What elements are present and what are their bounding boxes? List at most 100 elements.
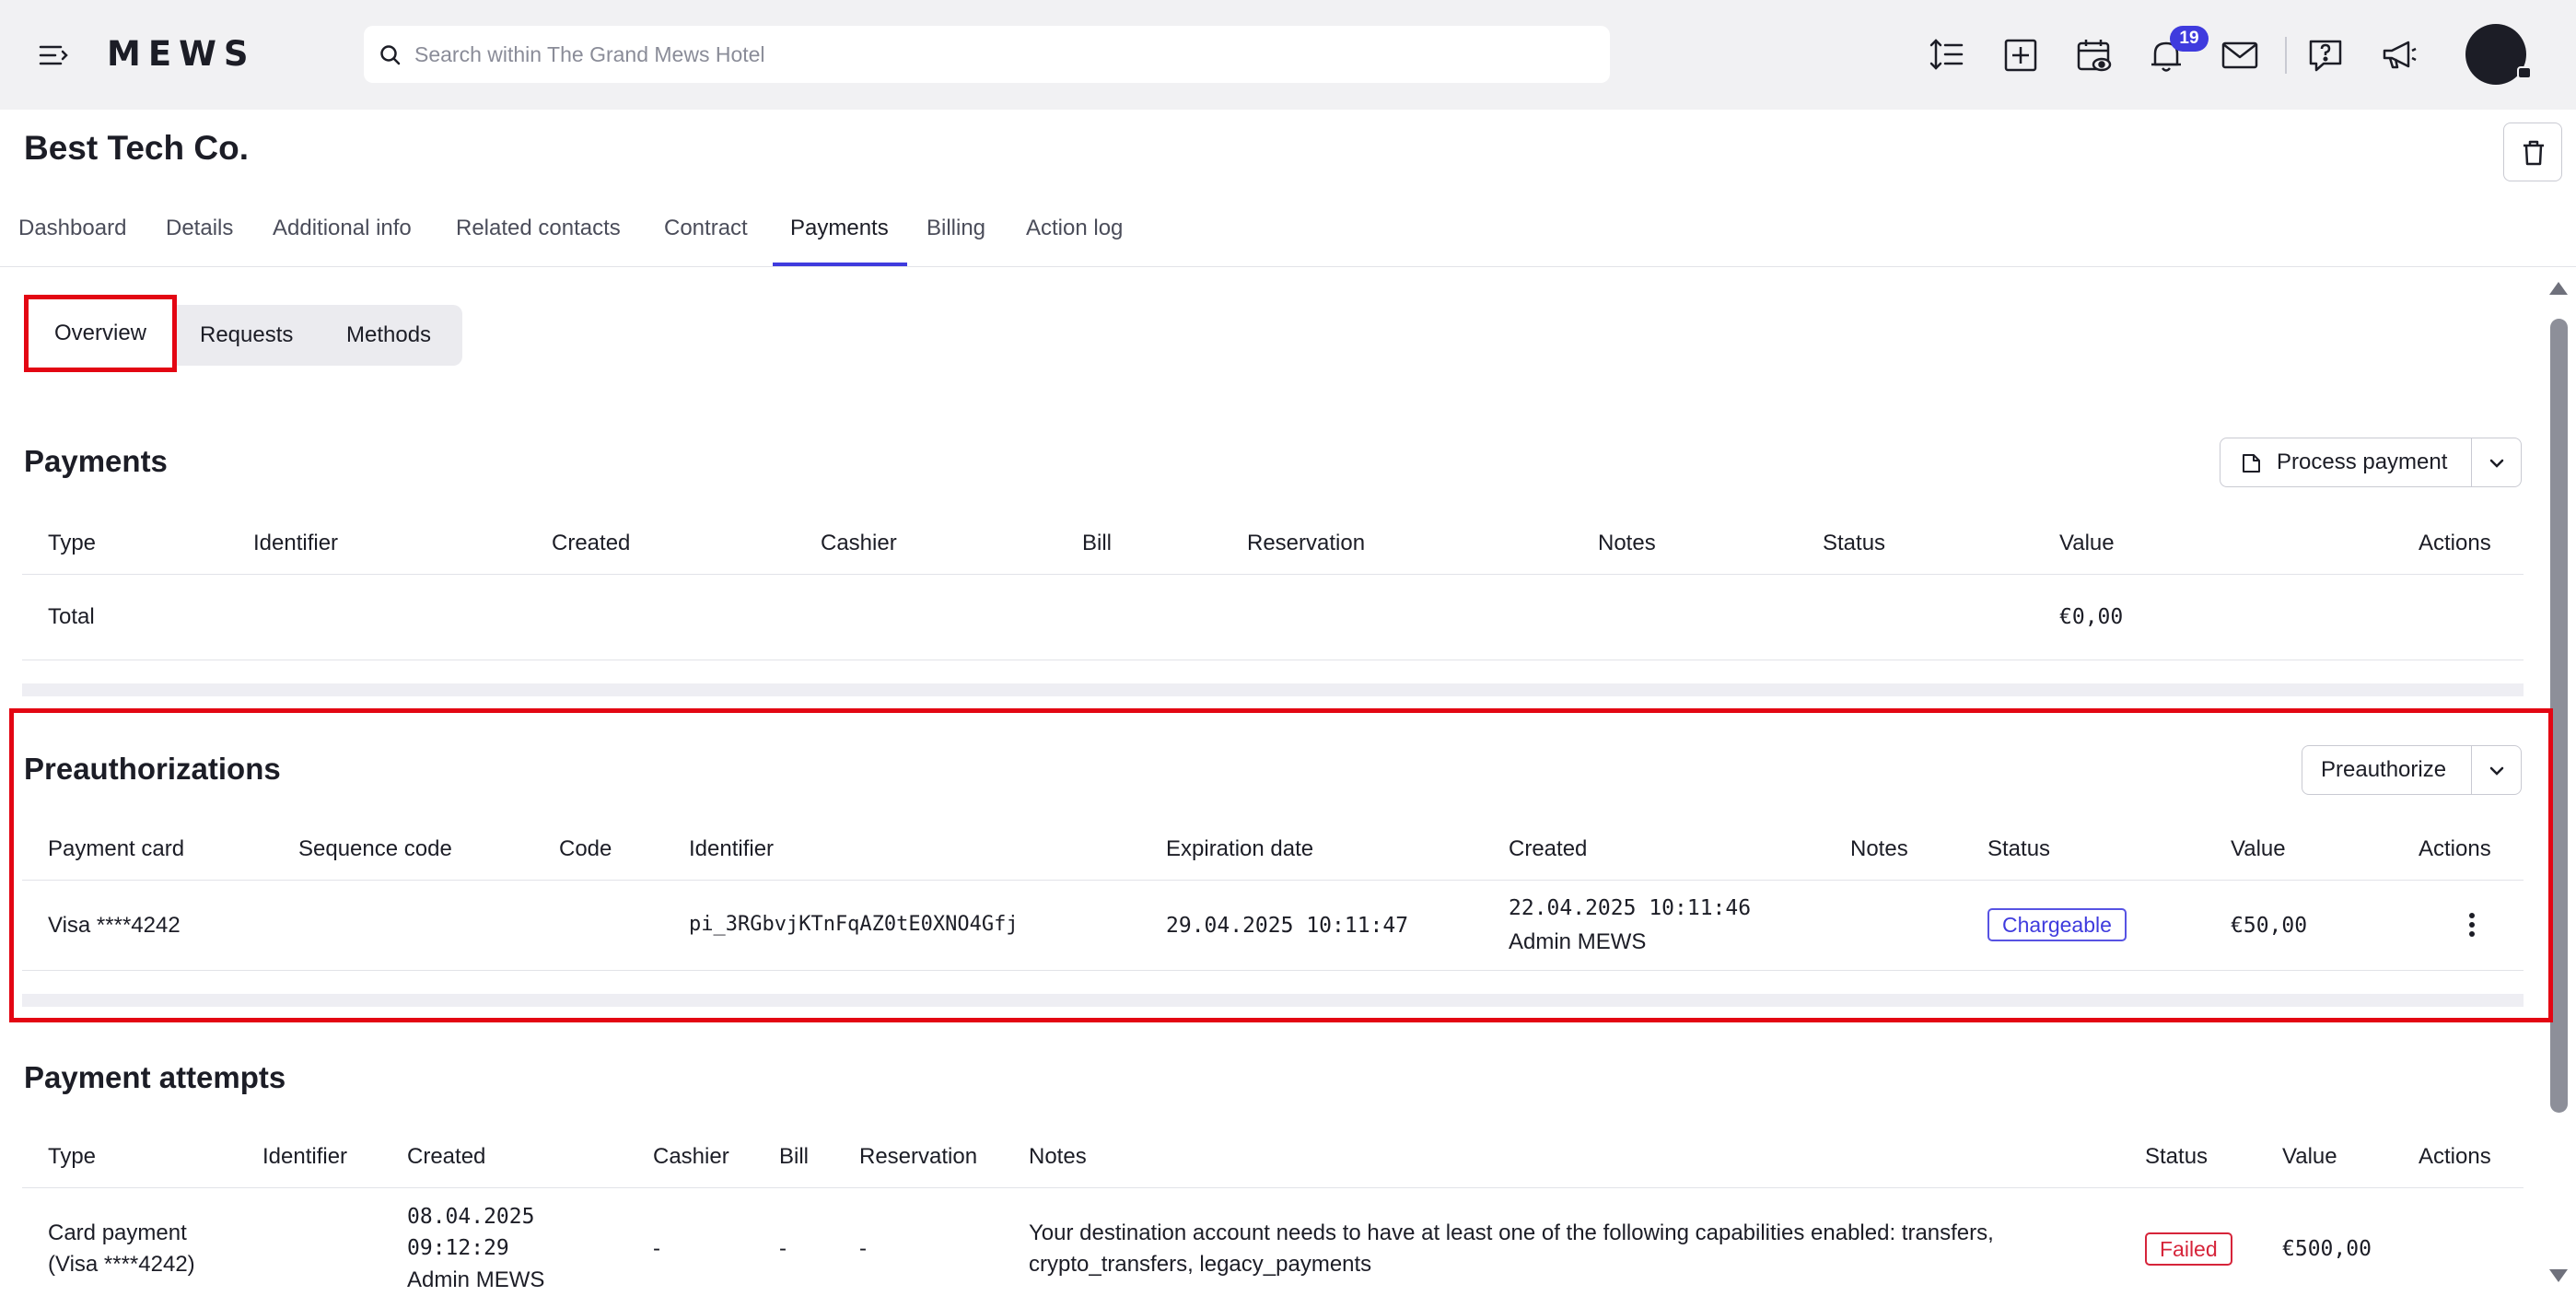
document-icon (2243, 454, 2260, 473)
add-icon[interactable] (2000, 35, 2041, 76)
menu-collapse-icon[interactable] (37, 41, 70, 70)
attempts-header-divider (22, 1187, 2524, 1188)
sort-icon[interactable] (1927, 35, 1967, 76)
tab-contract[interactable]: Contract (664, 216, 748, 241)
page-title: Best Tech Co. (24, 129, 249, 167)
tab-billing[interactable]: Billing (927, 216, 985, 241)
preauth-horizontal-scrollbar[interactable] (22, 994, 2524, 1007)
attempts-col-actions: Actions (2419, 1144, 2491, 1169)
chevron-down-icon (2489, 459, 2504, 468)
preauthorize-button[interactable]: Preauthorize (2302, 745, 2472, 795)
payments-col-created: Created (552, 531, 631, 555)
preauth-payment-card: Visa ****4242 (48, 913, 181, 938)
preauthorize-label: Preauthorize (2321, 757, 2447, 782)
calendar-view-icon[interactable] (2074, 35, 2115, 76)
attempts-col-created: Created (407, 1144, 486, 1169)
preauth-created-date: 22.04.2025 10:11:46 (1509, 896, 1752, 920)
attempt-cashier: - (653, 1236, 660, 1261)
attempts-col-identifier: Identifier (262, 1144, 348, 1169)
process-payment-button-group: Process payment (2220, 438, 2522, 487)
search-bar[interactable] (364, 26, 1610, 83)
tab-related-contacts[interactable]: Related contacts (456, 216, 621, 241)
subtab-methods[interactable]: Methods (346, 305, 431, 366)
preauth-col-code: Code (559, 836, 612, 861)
scroll-down-arrow[interactable] (2549, 1269, 2568, 1282)
preauth-col-identifier: Identifier (689, 836, 775, 861)
payments-col-identifier: Identifier (253, 531, 339, 555)
subtab-requests[interactable]: Requests (200, 305, 293, 366)
payments-col-type: Type (48, 531, 97, 555)
status-badge: Chargeable (1987, 908, 2127, 941)
attempts-col-notes: Notes (1029, 1144, 1087, 1169)
preauthorize-dropdown[interactable] (2472, 745, 2522, 795)
mail-icon[interactable] (2220, 35, 2260, 76)
preauthorize-button-group: Preauthorize (2302, 745, 2522, 795)
delete-button[interactable] (2503, 123, 2562, 181)
payments-col-actions: Actions (2419, 531, 2491, 555)
payments-header-divider (22, 574, 2524, 575)
preauth-expiration-date: 29.04.2025 10:11:47 (1166, 914, 1409, 938)
top-bar: MEWS 19 (0, 0, 2576, 110)
payments-col-value: Value (2059, 531, 2115, 555)
more-actions-icon[interactable] (2461, 908, 2483, 941)
preauth-identifier: pi_3RGbvjKTnFqAZ0tE0XNO4Gfj (689, 913, 1019, 936)
preauth-header-divider (22, 880, 2524, 881)
payments-col-status: Status (1823, 531, 1886, 555)
preauth-row-divider (22, 970, 2524, 971)
attempts-col-reservation: Reservation (859, 1144, 978, 1169)
toolbar-divider (2285, 37, 2287, 74)
payments-total-label: Total (48, 604, 95, 629)
attempt-created-by: Admin MEWS (407, 1267, 545, 1292)
preauth-col-notes: Notes (1850, 836, 1908, 861)
payments-total-value: €0,00 (2059, 605, 2124, 629)
payments-col-notes: Notes (1598, 531, 1656, 555)
subtab-overview[interactable]: Overview (24, 295, 177, 372)
preauthorizations-section-title: Preauthorizations (24, 752, 281, 786)
tab-dashboard[interactable]: Dashboard (18, 216, 126, 241)
preauth-value: €50,00 (2231, 914, 2308, 938)
process-payment-dropdown[interactable] (2472, 438, 2522, 487)
attempt-type: Card payment (48, 1220, 187, 1245)
avatar-status-indicator (2517, 66, 2532, 79)
help-icon[interactable] (2305, 35, 2346, 76)
tab-payments[interactable]: Payments (790, 216, 889, 241)
payments-col-reservation: Reservation (1247, 531, 1366, 555)
preauth-col-payment-card: Payment card (48, 836, 185, 861)
preauth-col-status: Status (1987, 836, 2051, 861)
attempt-notes-line-2: crypto_transfers, legacy_payments (1029, 1252, 1372, 1277)
megaphone-icon[interactable] (2379, 35, 2419, 76)
process-payment-button[interactable]: Process payment (2220, 438, 2472, 487)
preauth-col-sequence-code: Sequence code (298, 836, 452, 861)
attempt-value: €500,00 (2282, 1237, 2372, 1261)
attempt-created-time: 09:12:29 (407, 1236, 509, 1260)
subtab-overview-label: Overview (53, 321, 147, 345)
attempts-col-cashier: Cashier (653, 1144, 729, 1169)
payments-horizontal-scrollbar[interactable] (22, 683, 2524, 696)
payments-section-title: Payments (24, 444, 168, 478)
attempt-notes-line-1: Your destination account needs to have a… (1029, 1220, 1994, 1245)
tab-action-log[interactable]: Action log (1026, 216, 1123, 241)
payment-attempts-section-title: Payment attempts (24, 1060, 286, 1094)
preauth-col-actions: Actions (2419, 836, 2491, 861)
notification-count-badge: 19 (2170, 26, 2209, 52)
attempt-bill: - (779, 1236, 787, 1261)
preauth-col-value: Value (2231, 836, 2286, 861)
status-badge: Failed (2145, 1232, 2232, 1266)
scroll-up-arrow[interactable] (2549, 282, 2568, 295)
chevron-down-icon (2489, 766, 2504, 776)
payments-col-cashier: Cashier (821, 531, 897, 555)
attempt-created-date: 08.04.2025 (407, 1205, 535, 1229)
search-input[interactable] (414, 26, 1593, 83)
attempts-col-status: Status (2145, 1144, 2209, 1169)
preauth-col-expiration-date: Expiration date (1166, 836, 1314, 861)
preauthorizations-highlight (9, 708, 2553, 1022)
trash-icon (2524, 140, 2544, 166)
preauth-col-created: Created (1509, 836, 1588, 861)
attempt-reservation: - (859, 1236, 867, 1261)
tab-additional-info[interactable]: Additional info (273, 216, 412, 241)
mews-logo[interactable]: MEWS (107, 33, 256, 76)
payments-col-bill: Bill (1082, 531, 1113, 555)
tabs-divider (0, 266, 2576, 267)
preauth-created-by: Admin MEWS (1509, 929, 1647, 954)
tab-details[interactable]: Details (166, 216, 233, 241)
